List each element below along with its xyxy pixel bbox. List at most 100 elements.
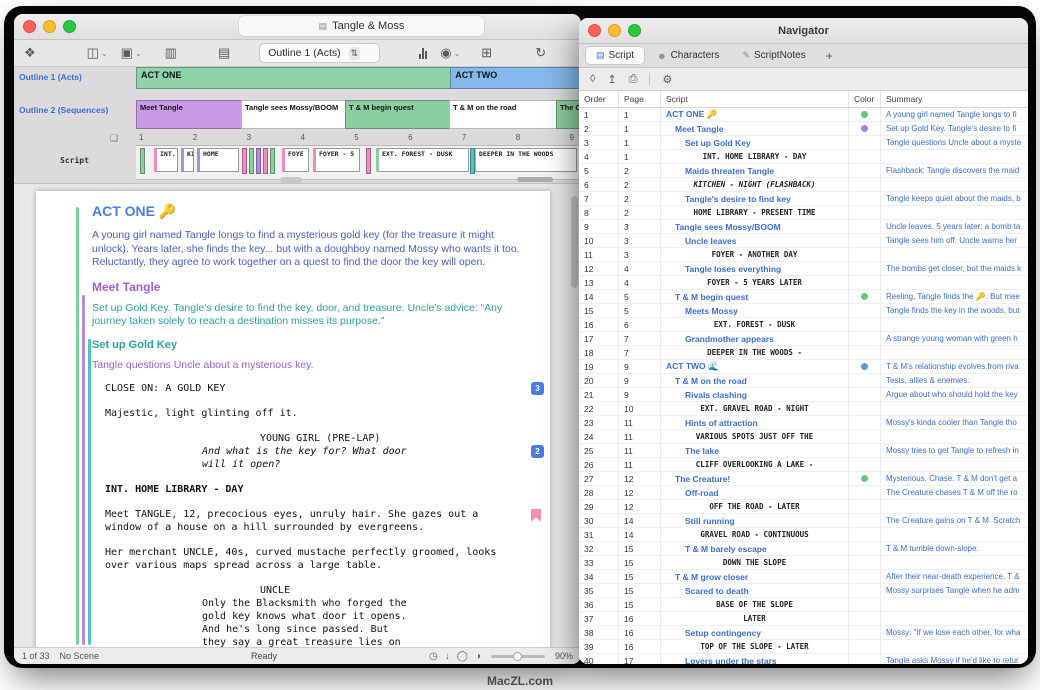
- table-row[interactable]: 219Rivals clashingArgue about who should…: [579, 388, 1028, 402]
- cell-page[interactable]: 2: [619, 164, 661, 177]
- grid-view-icon[interactable]: ⊞: [481, 45, 492, 61]
- cell-order[interactable]: 1: [579, 108, 619, 121]
- table-row[interactable]: 103Uncle leaves Tangle sees him off. Uncl…: [579, 234, 1028, 248]
- sequence-block[interactable]: Tangle sees Mossy/BOOM: [241, 100, 346, 129]
- cell-color[interactable]: [849, 178, 881, 191]
- scene-timeline-block[interactable]: DEEPER IN THE WOODS: [473, 148, 577, 172]
- clock-icon[interactable]: ◷: [429, 651, 438, 662]
- cell-page[interactable]: 6: [619, 318, 661, 331]
- cell-script[interactable]: FOYER - ANOTHER DAY: [661, 248, 849, 261]
- cell-summary[interactable]: [881, 346, 1028, 359]
- table-row[interactable]: 3215T & M barely escapeT & M tumble down…: [579, 542, 1028, 556]
- table-row[interactable]: 72Tangle's desire to find keyTangle keep…: [579, 192, 1028, 206]
- table-row[interactable]: 155Meets MossyTangle finds the key in th…: [579, 304, 1028, 318]
- cell-script[interactable]: Uncle leaves: [661, 234, 849, 247]
- cell-page[interactable]: 4: [619, 276, 661, 289]
- cell-summary[interactable]: [881, 640, 1028, 653]
- cell-summary[interactable]: [881, 206, 1028, 219]
- zoom-slider-knob[interactable]: [513, 652, 522, 661]
- cell-script[interactable]: T & M grow closer: [661, 570, 849, 583]
- cell-summary[interactable]: Tangle asks Mossy if he'd like to retur: [881, 654, 1028, 664]
- sequence-block[interactable]: The Creat: [556, 100, 580, 129]
- cell-order[interactable]: 2: [579, 122, 619, 135]
- cell-color[interactable]: [849, 206, 881, 219]
- cell-summary[interactable]: Mossy tries to get Tangle to refresh in: [881, 444, 1028, 457]
- table-row[interactable]: 187DEEPER IN THE WOODS -: [579, 346, 1028, 360]
- cell-color[interactable]: [849, 486, 881, 499]
- cell-script[interactable]: Setup contingency: [661, 626, 849, 639]
- cell-order[interactable]: 39: [579, 640, 619, 653]
- cell-summary[interactable]: Reeling, Tangle finds the 🔑. But mee: [881, 290, 1028, 303]
- zoom-slider[interactable]: [491, 655, 545, 658]
- editor-scrollbar[interactable]: [571, 196, 578, 288]
- table-row[interactable]: 124Tangle loses everythingThe bombs get …: [579, 262, 1028, 276]
- cell-script[interactable]: T & M begin quest: [661, 290, 849, 303]
- table-row[interactable]: 2411VARIOUS SPOTS JUST OFF THE: [579, 430, 1028, 444]
- cell-summary[interactable]: [881, 276, 1028, 289]
- cell-page[interactable]: 14: [619, 528, 661, 541]
- cell-order[interactable]: 10: [579, 234, 619, 247]
- beat-note[interactable]: Tangle questions Uncle about a mysteriou…: [92, 359, 520, 371]
- cell-script[interactable]: FOYER - 5 YEARS LATER: [661, 276, 849, 289]
- cell-page[interactable]: 9: [619, 360, 661, 373]
- column-header-order[interactable]: Order: [579, 91, 619, 107]
- cell-script[interactable]: Meet Tangle: [661, 122, 849, 135]
- cell-order[interactable]: 29: [579, 500, 619, 513]
- minimize-button[interactable]: [43, 20, 56, 33]
- script-page[interactable]: ACT ONE 🔑A young girl named Tangle longs…: [36, 191, 550, 647]
- act-heading[interactable]: ACT ONE 🔑: [92, 203, 520, 220]
- tab-characters[interactable]: ☻ Characters: [647, 47, 729, 64]
- view-mode-button[interactable]: ▣ ⌄: [121, 45, 142, 61]
- zoom-button[interactable]: [628, 24, 641, 37]
- cell-script[interactable]: Hints of attraction: [661, 416, 849, 429]
- zoom-button[interactable]: [63, 20, 76, 33]
- cell-script[interactable]: ACT ONE 🔑: [661, 108, 849, 121]
- cell-summary[interactable]: Tangle sees him off. Uncle warns her: [881, 234, 1028, 247]
- cell-script[interactable]: KITCHEN - NIGHT (FLASHBACK): [661, 178, 849, 191]
- cell-script[interactable]: VARIOUS SPOTS JUST OFF THE: [661, 430, 849, 443]
- cell-script[interactable]: DOWN THE SLOPE: [661, 556, 849, 569]
- sequence-note[interactable]: Set up Gold Key. Tangle's desire to find…: [92, 302, 520, 329]
- cell-order[interactable]: 22: [579, 402, 619, 415]
- cell-script[interactable]: The Creature!: [661, 472, 849, 485]
- outline-select[interactable]: Outline 1 (Acts) ⇅: [259, 43, 380, 63]
- act-block[interactable]: ACT TWO: [450, 67, 581, 89]
- cell-order[interactable]: 20: [579, 374, 619, 387]
- cell-script[interactable]: Off-road: [661, 486, 849, 499]
- cell-script[interactable]: BASE OF THE SLOPE: [661, 598, 849, 611]
- cell-summary[interactable]: A strange young woman with green h: [881, 332, 1028, 345]
- cell-page[interactable]: 3: [619, 234, 661, 247]
- cell-color[interactable]: [849, 402, 881, 415]
- cell-color[interactable]: [849, 304, 881, 317]
- compile-icon[interactable]: ↻: [535, 45, 546, 61]
- shot-line[interactable]: CLOSE ON: A GOLD KEY3: [92, 382, 520, 395]
- cell-summary[interactable]: Tangle finds the key in the woods, but: [881, 304, 1028, 317]
- cell-color[interactable]: [849, 360, 881, 373]
- cell-page[interactable]: 14: [619, 514, 661, 527]
- cell-script[interactable]: Maids threaten Tangle: [661, 164, 849, 177]
- scene-timeline-block[interactable]: KI: [181, 148, 194, 172]
- cell-page[interactable]: 16: [619, 626, 661, 639]
- cell-page[interactable]: 16: [619, 612, 661, 625]
- scriptnote-badge[interactable]: 2: [531, 445, 544, 458]
- cell-color[interactable]: [849, 570, 881, 583]
- character-name[interactable]: YOUNG GIRL (PRE-LAP): [92, 432, 520, 445]
- cell-summary[interactable]: The bombs get closer, but the maids k: [881, 262, 1028, 275]
- cell-page[interactable]: 15: [619, 584, 661, 597]
- cell-script[interactable]: T & M barely escape: [661, 542, 849, 555]
- cell-script[interactable]: HOME LIBRARY - PRESENT TIME: [661, 206, 849, 219]
- act-block[interactable]: ACT ONE: [136, 67, 451, 89]
- scriptnote-badge[interactable]: 3: [531, 382, 544, 395]
- binder-icon[interactable]: ❖: [24, 45, 36, 61]
- cell-color[interactable]: [849, 654, 881, 664]
- cell-order[interactable]: 26: [579, 458, 619, 471]
- table-row[interactable]: 21Meet TangleSet up Gold Key. Tangle's d…: [579, 122, 1028, 136]
- cell-page[interactable]: 15: [619, 556, 661, 569]
- cell-script[interactable]: ACT TWO 🌊: [661, 360, 849, 373]
- column-header-page[interactable]: Page: [619, 91, 661, 107]
- cell-color[interactable]: [849, 318, 881, 331]
- cell-order[interactable]: 13: [579, 276, 619, 289]
- action-text[interactable]: Majestic, light glinting off it.: [92, 407, 517, 420]
- cell-order[interactable]: 37: [579, 612, 619, 625]
- dialogue-text[interactable]: And what is the key for? What door will …: [92, 445, 520, 471]
